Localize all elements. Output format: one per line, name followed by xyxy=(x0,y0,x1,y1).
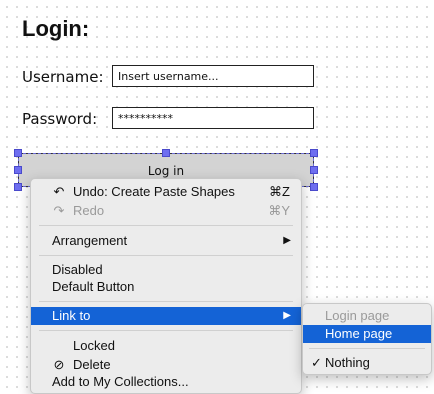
menu-item-shortcut: ⌘Y xyxy=(268,203,290,218)
menu-item-label: Locked xyxy=(73,338,115,353)
menu-item-locked[interactable]: Locked xyxy=(31,337,301,355)
selection-handle-tm[interactable] xyxy=(162,149,170,157)
submenu-arrow-icon: ▶ xyxy=(283,235,291,246)
menu-item-label: Undo: Create Paste Shapes xyxy=(73,184,235,199)
menu-item-label: Delete xyxy=(73,357,111,372)
username-field[interactable]: Insert username... xyxy=(112,65,314,87)
menu-item-delete[interactable]: ⊘ Delete xyxy=(31,356,301,374)
menu-item-redo[interactable]: ↷ Redo ⌘Y xyxy=(31,202,301,220)
context-menu: ↶ Undo: Create Paste Shapes ⌘Z ↷ Redo ⌘Y… xyxy=(30,178,302,394)
page-title: Login: xyxy=(22,16,90,41)
menu-separator xyxy=(39,301,293,302)
menu-item-label: Default Button xyxy=(52,279,135,294)
submenu-item-label: Login page xyxy=(325,308,390,323)
submenu-arrow-icon: ▶ xyxy=(283,310,291,321)
undo-icon: ↶ xyxy=(53,184,65,199)
redo-icon: ↷ xyxy=(53,203,65,218)
selection-handle-bl[interactable] xyxy=(14,183,22,191)
password-field[interactable]: ********** xyxy=(112,107,314,129)
menu-separator xyxy=(39,255,293,256)
menu-item-disabled[interactable]: Disabled xyxy=(31,261,301,279)
menu-item-label: Redo xyxy=(73,203,105,218)
delete-icon: ⊘ xyxy=(53,357,65,372)
selection-handle-ml[interactable] xyxy=(14,166,22,174)
submenu-item-home-page[interactable]: Home page xyxy=(303,325,431,343)
menu-item-label: Link to xyxy=(52,308,91,323)
menu-item-shortcut: ⌘Z xyxy=(269,184,290,199)
submenu-item-label: Home page xyxy=(325,326,393,341)
checkmark-icon: ✓ xyxy=(311,355,322,370)
login-button-label: Log in xyxy=(147,164,185,178)
submenu-item-login-page[interactable]: Login page xyxy=(303,307,431,325)
username-label: Username: xyxy=(22,68,104,86)
menu-item-label: Arrangement xyxy=(52,233,128,248)
link-to-submenu: Login page Home page ✓ Nothing xyxy=(302,303,432,375)
password-label: Password: xyxy=(22,110,98,128)
menu-item-link-to[interactable]: Link to ▶ xyxy=(31,307,301,325)
menu-item-default-button[interactable]: Default Button xyxy=(31,278,301,296)
selection-handle-tr[interactable] xyxy=(310,149,318,157)
menu-item-add-to-collections[interactable]: Add to My Collections... xyxy=(31,373,301,391)
menu-separator xyxy=(309,348,425,349)
submenu-item-nothing[interactable]: ✓ Nothing xyxy=(303,354,431,372)
menu-separator xyxy=(39,330,293,331)
selection-handle-tl[interactable] xyxy=(14,149,22,157)
selection-handle-br[interactable] xyxy=(310,183,318,191)
menu-item-label: Add to My Collections... xyxy=(52,374,189,389)
menu-item-arrangement[interactable]: Arrangement ▶ xyxy=(31,232,301,250)
menu-separator xyxy=(39,225,293,226)
menu-item-undo[interactable]: ↶ Undo: Create Paste Shapes ⌘Z xyxy=(31,183,301,201)
selection-handle-mr[interactable] xyxy=(310,166,318,174)
submenu-item-label: Nothing xyxy=(325,355,370,370)
menu-item-label: Disabled xyxy=(52,262,103,277)
